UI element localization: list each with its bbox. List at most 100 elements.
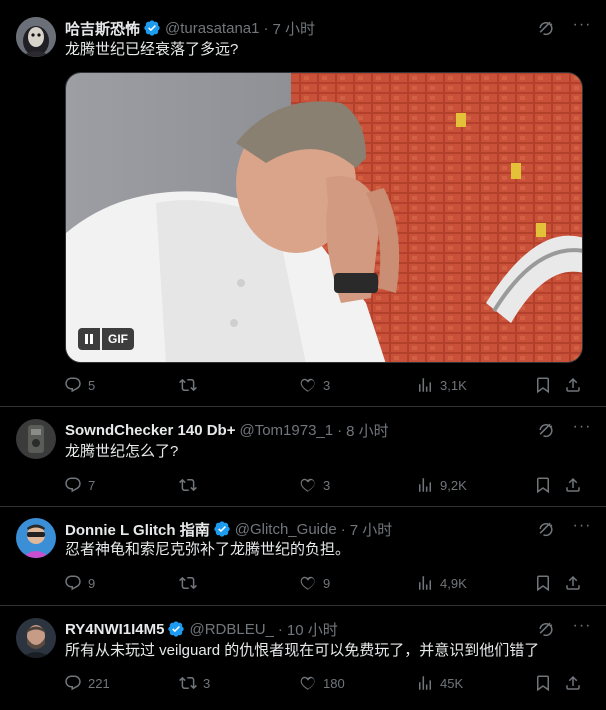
- display-name[interactable]: RY4NWI1I4M5: [65, 621, 164, 638]
- reply-count: 221: [88, 675, 110, 691]
- separator: ·: [277, 620, 283, 638]
- repost-button[interactable]: 3: [173, 671, 210, 695]
- tweet-text: 所有从未玩过 veilguard 的仇恨者现在可以免费玩了，并意识到他们错了: [65, 642, 540, 659]
- like-count: 9: [323, 575, 331, 591]
- tweet-1[interactable]: 哈吉斯恐怖 @turasatana1 · 7 小时 ··· 龙腾世纪已经衰落了多…: [0, 0, 606, 407]
- handle[interactable]: @Glitch_Guide: [235, 521, 337, 538]
- reply-icon: [65, 377, 81, 393]
- reply-count: 7: [88, 477, 96, 493]
- views-icon: [419, 576, 431, 590]
- bookmark-icon: [537, 477, 549, 494]
- more-options-icon[interactable]: ···: [570, 419, 594, 440]
- avatar[interactable]: [16, 17, 56, 57]
- gif-frame-image: [66, 73, 582, 362]
- repost-button[interactable]: [173, 473, 203, 497]
- like-icon: [300, 378, 315, 392]
- verified-icon: [168, 621, 185, 637]
- tweet-media-gif[interactable]: GIF: [65, 72, 583, 363]
- share-icon: [566, 377, 580, 392]
- grok-icon[interactable]: [536, 18, 556, 38]
- like-count: 180: [323, 675, 345, 691]
- repost-icon: [179, 676, 197, 690]
- handle[interactable]: @Tom1973_1: [239, 422, 333, 439]
- reply-button[interactable]: 5: [58, 373, 95, 397]
- views-button[interactable]: 3,1K: [410, 373, 467, 397]
- reply-icon: [65, 477, 81, 493]
- views-button[interactable]: 45K: [410, 671, 463, 695]
- more-options-icon[interactable]: ···: [570, 618, 594, 639]
- repost-icon: [179, 576, 197, 590]
- views-icon: [419, 478, 431, 492]
- like-icon: [300, 676, 315, 690]
- handle[interactable]: @RDBLEU_: [189, 621, 273, 638]
- separator: ·: [263, 19, 269, 37]
- tweet-text: 龙腾世纪已经衰落了多远?: [65, 41, 239, 58]
- views-count: 9,2K: [440, 477, 467, 493]
- separator: ·: [337, 421, 343, 439]
- bookmark-button[interactable]: [528, 571, 558, 595]
- timestamp[interactable]: 10 小时: [287, 619, 338, 640]
- repost-count: 3: [203, 675, 211, 691]
- bookmark-icon: [537, 675, 549, 692]
- tweet-3[interactable]: Donnie L Glitch 指南 @Glitch_Guide · 7 小时 …: [0, 507, 606, 606]
- bookmark-button[interactable]: [528, 373, 558, 397]
- repost-button[interactable]: [173, 373, 203, 397]
- gif-badge: GIF: [102, 328, 134, 350]
- bookmark-button[interactable]: [528, 473, 558, 497]
- handle[interactable]: @turasatana1: [165, 20, 259, 37]
- bookmark-icon: [537, 575, 549, 592]
- bookmark-icon: [537, 377, 549, 394]
- share-icon: [566, 477, 580, 492]
- reply-icon: [65, 675, 81, 691]
- repost-button[interactable]: [173, 571, 203, 595]
- views-icon: [419, 378, 431, 392]
- display-name[interactable]: SowndChecker 140 Db+: [65, 422, 235, 439]
- tweet-text: 忍者神龟和索尼克弥补了龙腾世纪的负担。: [65, 541, 351, 558]
- avatar[interactable]: [16, 419, 56, 459]
- reply-button[interactable]: 9: [58, 571, 95, 595]
- views-button[interactable]: 9,2K: [410, 473, 467, 497]
- views-count: 45K: [440, 675, 464, 691]
- share-button[interactable]: [558, 571, 588, 595]
- like-button[interactable]: 9: [293, 571, 330, 595]
- tweet-text: 龙腾世纪怎么了?: [65, 443, 179, 460]
- share-button[interactable]: [558, 671, 588, 695]
- like-button[interactable]: 180: [293, 671, 345, 695]
- like-button[interactable]: 3: [293, 373, 330, 397]
- more-options-icon[interactable]: ···: [570, 17, 594, 38]
- like-count: 3: [323, 477, 331, 493]
- display-name[interactable]: Donnie L Glitch 指南: [65, 519, 210, 540]
- views-button[interactable]: 4,9K: [410, 571, 467, 595]
- repost-icon: [179, 378, 197, 392]
- share-button[interactable]: [558, 473, 588, 497]
- like-count: 3: [323, 377, 331, 393]
- verified-icon: [214, 521, 230, 537]
- like-icon: [300, 576, 315, 590]
- like-button[interactable]: 3: [293, 473, 330, 497]
- timestamp[interactable]: 7 小时: [272, 18, 315, 39]
- display-name[interactable]: 哈吉斯恐怖: [65, 18, 140, 39]
- reply-count: 9: [88, 575, 96, 591]
- reply-button[interactable]: 7: [58, 473, 95, 497]
- pause-icon[interactable]: [78, 328, 100, 350]
- tweet-4[interactable]: RY4NWI1I4M5 @RDBLEU_ · 10 小时 ··· 所有从未玩过 …: [0, 606, 606, 710]
- bookmark-button[interactable]: [528, 671, 558, 695]
- share-button[interactable]: [558, 373, 588, 397]
- verified-icon: [144, 20, 160, 36]
- views-count: 4,9K: [440, 575, 467, 591]
- like-icon: [300, 478, 315, 492]
- timestamp[interactable]: 7 小时: [350, 519, 393, 540]
- grok-icon[interactable]: [536, 619, 556, 639]
- more-options-icon[interactable]: ···: [570, 518, 594, 539]
- separator: ·: [340, 520, 346, 538]
- grok-icon[interactable]: [536, 519, 556, 539]
- timestamp[interactable]: 8 小时: [346, 420, 389, 441]
- views-icon: [419, 676, 431, 690]
- avatar[interactable]: [16, 518, 56, 558]
- tweet-2[interactable]: SowndChecker 140 Db+ @Tom1973_1 · 8 小时 ·…: [0, 407, 606, 507]
- grok-icon[interactable]: [536, 420, 556, 440]
- avatar[interactable]: [16, 618, 56, 658]
- share-icon: [566, 675, 580, 690]
- reply-button[interactable]: 221: [58, 671, 110, 695]
- share-icon: [566, 575, 580, 590]
